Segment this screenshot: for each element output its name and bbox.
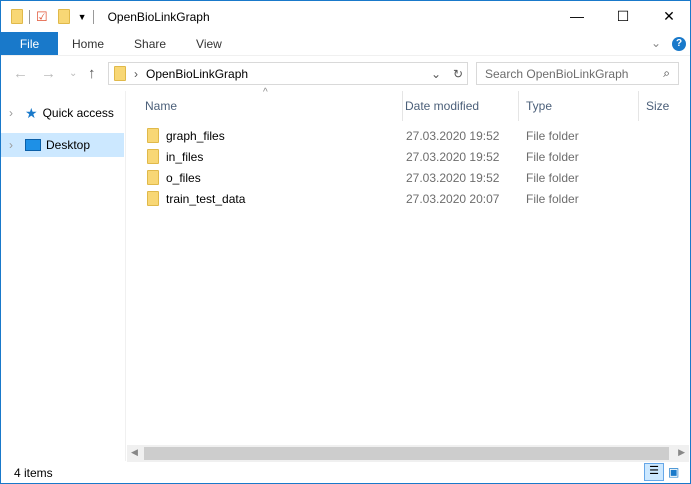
file-row[interactable]: o_files 27.03.2020 19:52 File folder bbox=[127, 167, 690, 188]
sidebar-item-label: Desktop bbox=[46, 138, 91, 152]
item-count: 4 items bbox=[14, 465, 53, 480]
folder-icon bbox=[147, 128, 159, 143]
minimize-button[interactable]: — bbox=[554, 1, 600, 31]
expand-ribbon-icon[interactable]: ⌄ bbox=[651, 36, 661, 50]
explorer-window: ☑ ▼ OpenBioLinkGraph — ☐ ✕ File Home Sha… bbox=[0, 0, 691, 484]
address-bar[interactable]: › OpenBioLinkGraph ⌄ ↻ bbox=[108, 62, 468, 85]
desktop-icon bbox=[25, 139, 41, 151]
file-type: File folder bbox=[526, 191, 579, 206]
details-view-icon[interactable]: ☰ bbox=[644, 463, 664, 481]
file-name: in_files bbox=[166, 149, 204, 164]
refresh-button[interactable]: ↻ bbox=[453, 67, 463, 81]
folder-icon bbox=[114, 66, 126, 81]
file-date: 27.03.2020 19:52 bbox=[406, 170, 500, 185]
window-title: OpenBioLinkGraph bbox=[107, 9, 210, 24]
help-icon[interactable]: ? bbox=[672, 37, 686, 51]
file-date: 27.03.2020 19:52 bbox=[406, 149, 500, 164]
file-row[interactable]: train_test_data 27.03.2020 20:07 File fo… bbox=[127, 188, 690, 209]
search-icon[interactable]: ⌕ bbox=[663, 66, 670, 81]
file-date: 27.03.2020 20:07 bbox=[406, 191, 500, 206]
file-type: File folder bbox=[526, 128, 579, 143]
column-type[interactable]: Type bbox=[520, 91, 639, 121]
tab-file[interactable]: File bbox=[1, 32, 58, 55]
properties-icon[interactable]: ☑ bbox=[36, 9, 48, 25]
folder-icon bbox=[11, 9, 23, 24]
file-date: 27.03.2020 19:52 bbox=[406, 128, 500, 143]
breadcrumb-separator: › bbox=[134, 66, 138, 81]
address-row: ← → ⌄ ↑ › OpenBioLinkGraph ⌄ ↻ Search Op… bbox=[1, 57, 690, 90]
column-headers: ^ Name Date modified Type Size bbox=[127, 87, 690, 121]
large-icons-view-icon[interactable]: ▣ bbox=[668, 465, 679, 479]
file-name: train_test_data bbox=[166, 191, 246, 206]
ribbon-tabs: File Home Share View ⌄ ? bbox=[1, 32, 690, 56]
file-name: graph_files bbox=[166, 128, 225, 143]
tab-home[interactable]: Home bbox=[58, 32, 118, 55]
scrollbar-thumb[interactable] bbox=[144, 447, 669, 460]
customize-toolbar-dropdown[interactable]: ▼ bbox=[78, 12, 87, 22]
forward-button[interactable]: → bbox=[41, 65, 56, 82]
status-bar: 4 items ☰ ▣ bbox=[1, 462, 690, 483]
recent-locations-dropdown[interactable]: ⌄ bbox=[69, 68, 77, 79]
scroll-left-icon[interactable]: ◀ bbox=[131, 447, 138, 458]
title-bar: ☑ ▼ OpenBioLinkGraph — ☐ ✕ bbox=[1, 1, 690, 32]
star-icon: ★ bbox=[25, 104, 38, 121]
address-dropdown[interactable]: ⌄ bbox=[431, 67, 441, 81]
new-folder-icon[interactable] bbox=[57, 9, 70, 24]
file-row[interactable]: in_files 27.03.2020 19:52 File folder bbox=[127, 146, 690, 167]
column-date-modified[interactable]: Date modified bbox=[399, 91, 519, 121]
column-name[interactable]: Name bbox=[139, 91, 403, 121]
expand-chevron-icon[interactable]: › bbox=[9, 138, 13, 152]
file-type: File folder bbox=[526, 170, 579, 185]
close-button[interactable]: ✕ bbox=[646, 1, 691, 31]
column-size[interactable]: Size bbox=[640, 91, 690, 121]
folder-icon bbox=[147, 191, 159, 206]
maximize-button[interactable]: ☐ bbox=[600, 1, 646, 31]
divider bbox=[92, 9, 94, 24]
search-placeholder: Search OpenBioLinkGraph bbox=[485, 66, 629, 81]
breadcrumb-current[interactable]: OpenBioLinkGraph bbox=[146, 67, 248, 81]
scroll-right-icon[interactable]: ▶ bbox=[678, 447, 685, 458]
expand-chevron-icon[interactable]: › bbox=[9, 106, 13, 120]
sidebar-item-desktop[interactable]: › Desktop bbox=[1, 133, 124, 157]
tab-share[interactable]: Share bbox=[118, 32, 182, 55]
back-button[interactable]: ← bbox=[13, 65, 28, 82]
sidebar-item-quick-access[interactable]: › ★ Quick access bbox=[1, 101, 124, 125]
file-row[interactable]: graph_files 27.03.2020 19:52 File folder bbox=[127, 125, 690, 146]
file-name: o_files bbox=[166, 170, 201, 185]
folder-icon bbox=[147, 170, 159, 185]
divider bbox=[29, 9, 30, 24]
horizontal-scrollbar[interactable]: ◀ ▶ bbox=[127, 445, 689, 462]
navigation-pane: › ★ Quick access › Desktop bbox=[1, 91, 126, 461]
folder-icon bbox=[147, 149, 159, 164]
file-type: File folder bbox=[526, 149, 579, 164]
sidebar-item-label: Quick access bbox=[42, 106, 114, 120]
tab-view[interactable]: View bbox=[182, 32, 236, 55]
up-button[interactable]: ↑ bbox=[88, 65, 96, 82]
search-input[interactable]: Search OpenBioLinkGraph ⌕ bbox=[476, 62, 679, 85]
